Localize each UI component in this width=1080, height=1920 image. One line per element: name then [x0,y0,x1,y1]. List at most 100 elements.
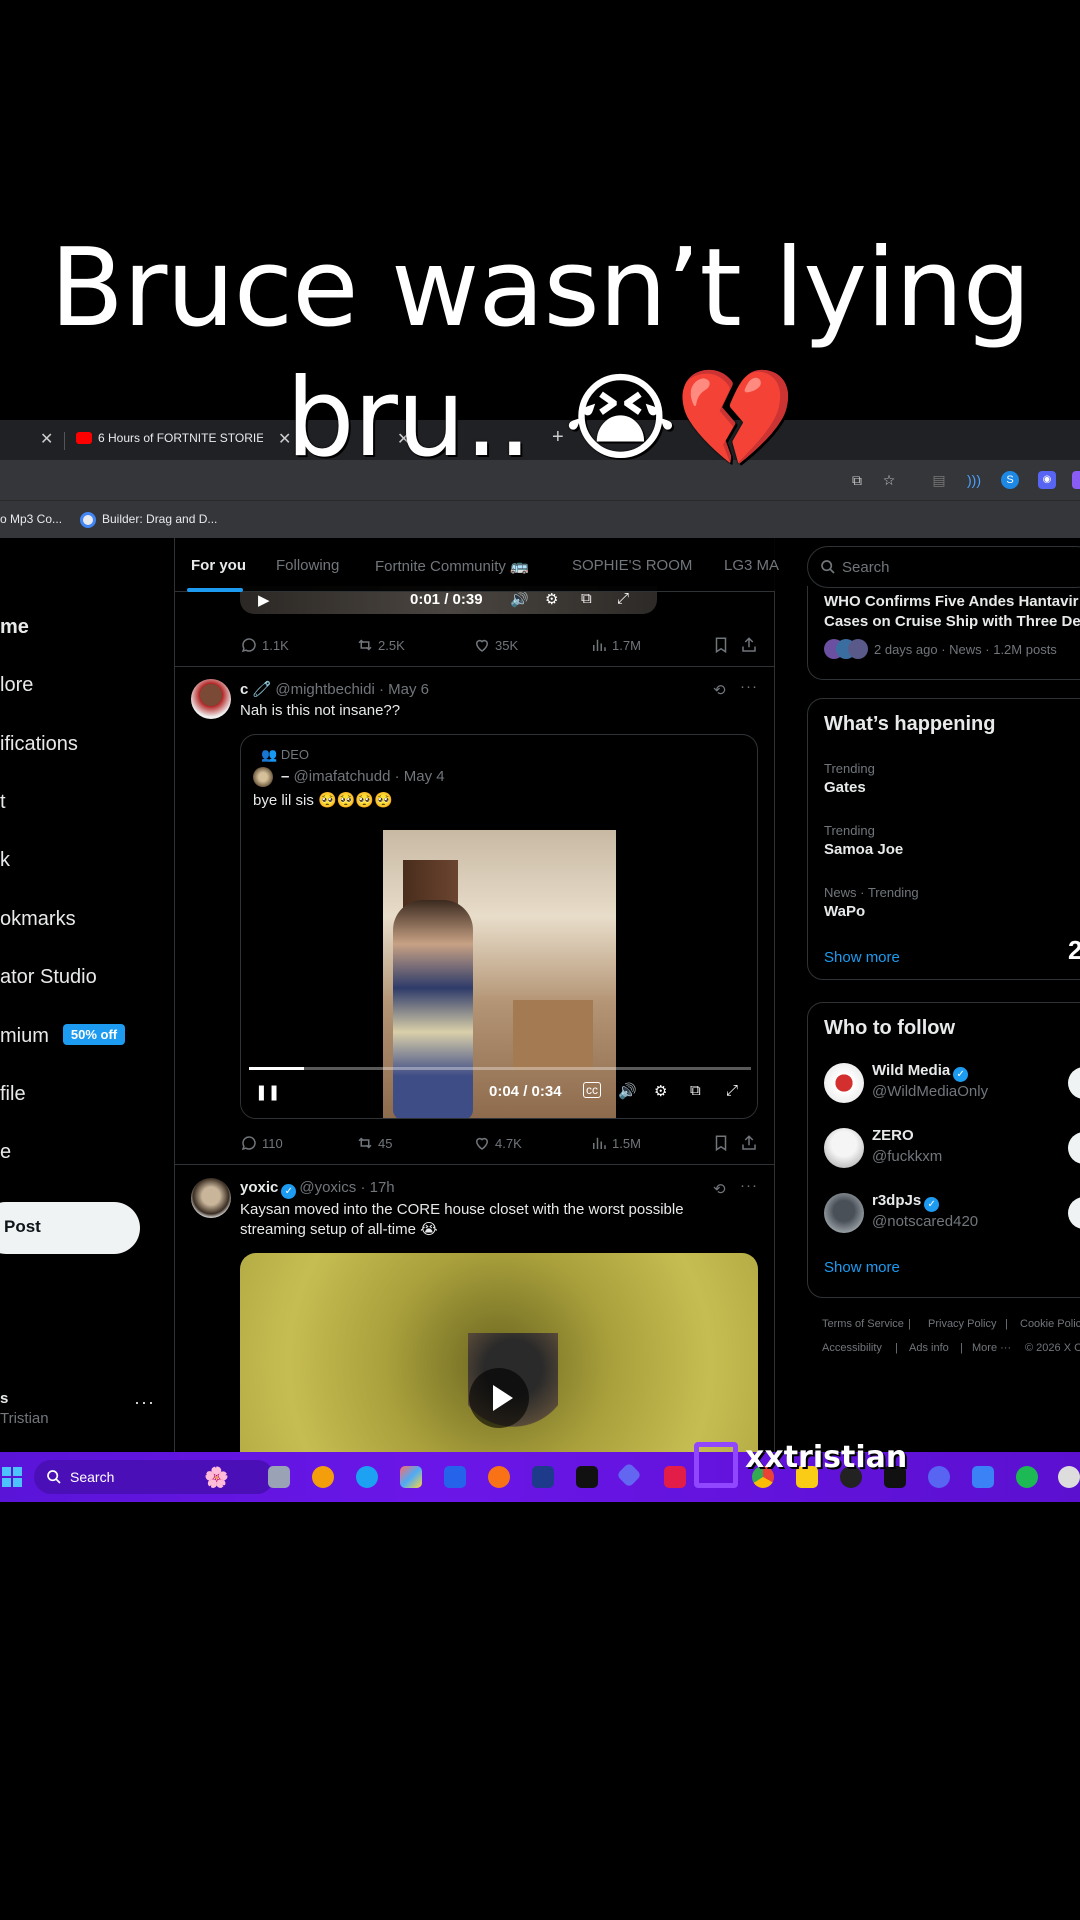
pip-icon[interactable]: ⧉ [690,1082,701,1099]
nav-grok[interactable]: k [0,849,10,872]
follow-name[interactable]: Wild Media ✓ [872,1062,971,1082]
account-handle[interactable]: Tristian [0,1410,49,1427]
spotify-icon[interactable] [1016,1466,1038,1488]
more-options-icon[interactable]: ··· [740,678,758,695]
tab-for-you[interactable]: For you [191,557,246,574]
footer-link[interactable]: Ads info [909,1342,949,1354]
settings-icon[interactable]: ⚙ [545,590,558,608]
windows-start-icon[interactable] [2,1467,22,1487]
task-view-icon[interactable] [268,1466,290,1488]
repost-button[interactable]: 2.5K [356,636,405,654]
app-icon[interactable] [488,1466,510,1488]
grok-icon[interactable]: ⟲ [713,681,726,699]
views-button[interactable]: 1.7M [590,636,641,654]
community-icon: 👥 [261,747,278,762]
fl-app-icon[interactable] [532,1466,554,1488]
account-name[interactable]: s [0,1390,8,1407]
fullscreen-icon[interactable]: ⤢ [726,1082,738,1099]
follow-name[interactable]: r3dpJs ✓ [872,1192,942,1212]
captions-icon[interactable]: cc [583,1082,601,1098]
pip-icon[interactable]: ⧉ [581,590,592,607]
news-card[interactable]: WHO Confirms Five Andes Hantavir Cases o… [807,586,1080,680]
video-player[interactable]: ❚❚ 0:04 / 0:34 cc 🔊 ⚙ ⧉ ⤢ [241,830,757,1118]
share-icon[interactable] [740,636,762,654]
more-options-icon[interactable]: ··· [740,1177,758,1194]
tab-fortnite-community[interactable]: Fortnite Community 🚌 [375,557,529,575]
bookmark-icon[interactable] [712,636,734,654]
volume-icon[interactable]: 🔊 [618,1082,637,1100]
repost-button[interactable]: 45 [356,1134,392,1152]
nav-bookmarks[interactable]: okmarks [0,908,76,931]
play-icon[interactable]: ▶ [258,591,270,609]
footer-link[interactable]: Privacy Policy [928,1318,996,1330]
grok-icon[interactable]: ⟲ [713,1180,726,1198]
trend-name[interactable]: WaPo [824,903,865,920]
fullscreen-icon[interactable]: ⤢ [617,590,629,607]
trend-context: Trending [824,823,875,838]
views-button[interactable]: 1.5M [590,1134,641,1152]
footer-link[interactable]: More ··· [972,1342,1011,1354]
play-button[interactable] [469,1368,529,1428]
tweet-author[interactable]: yoxic ✓ @yoxics · 17h [240,1179,395,1199]
avatar[interactable] [191,679,231,719]
bookmark-item[interactable]: o Mp3 Co... [0,512,62,526]
avatar[interactable] [824,1193,864,1233]
follow-button[interactable] [1068,1197,1080,1229]
fl-studio-icon[interactable] [312,1466,334,1488]
follow-button[interactable] [1068,1067,1080,1099]
store-icon[interactable] [444,1466,466,1488]
show-more-link[interactable]: Show more [824,1259,900,1276]
tweet-author[interactable]: c 🧷 @mightbechidi · May 6 [240,680,429,698]
post-button[interactable]: Post [0,1202,140,1254]
nav-profile[interactable]: file [0,1083,26,1106]
avatar[interactable] [191,1178,231,1218]
bookmark-icon[interactable] [712,1134,734,1152]
notepad-icon[interactable] [972,1466,994,1488]
avatar[interactable] [824,1128,864,1168]
app-icon[interactable] [616,1462,642,1488]
quote-tweet[interactable]: 👥 DEO – @imafatchudd · May 4 bye lil sis… [240,734,758,1119]
video-progress-bar[interactable] [249,1067,751,1070]
follow-name[interactable]: ZERO [872,1127,914,1144]
account-more-icon[interactable]: ··· [134,1392,155,1413]
search-placeholder: Search [842,559,890,576]
video-player[interactable] [240,1253,758,1452]
reply-button[interactable]: 1.1K [240,636,289,654]
bookmark-item[interactable]: Builder: Drag and D... [102,512,217,526]
view-count: 1.5M [612,1136,641,1151]
copilot-icon[interactable] [400,1466,422,1488]
show-more-link[interactable]: Show more [824,949,900,966]
trend-name[interactable]: Samoa Joe [824,841,903,858]
tab-sophies-room[interactable]: SOPHIE'S ROOM [572,557,692,574]
tab-following[interactable]: Following [276,557,339,574]
follow-button[interactable] [1068,1132,1080,1164]
nav-creator-studio[interactable]: ator Studio [0,966,97,989]
search-input[interactable]: Search [807,546,1080,588]
like-button[interactable]: 4.7K [473,1134,522,1152]
avatar[interactable] [824,1063,864,1103]
footer-link[interactable]: Terms of Service [822,1318,904,1330]
capcut-icon[interactable] [576,1466,598,1488]
discord-icon[interactable] [928,1466,950,1488]
tweet-actions: 1.1K 2.5K 35K 1.7M [175,636,775,656]
nav-home[interactable]: me [0,616,29,639]
nav-more[interactable]: e [0,1141,11,1164]
nav-notifications[interactable]: ifications [0,733,78,756]
footer-link[interactable]: Accessibility [822,1342,882,1354]
tab-lg3[interactable]: LG3 MA [724,557,779,574]
nav-premium[interactable]: mium 50% off [0,1024,126,1048]
reply-button[interactable]: 110 [240,1134,283,1152]
app-icon[interactable] [1058,1466,1080,1488]
edge-icon[interactable] [356,1466,378,1488]
settings-icon[interactable]: ⚙ [654,1082,667,1100]
app-icon[interactable] [664,1466,686,1488]
like-button[interactable]: 35K [473,636,518,654]
trend-name[interactable]: Gates [824,779,866,796]
taskbar-search[interactable]: Search 🌸 [34,1460,274,1494]
nav-chat[interactable]: t [0,791,6,814]
nav-explore[interactable]: lore [0,674,33,697]
volume-icon[interactable]: 🔊 [510,590,529,608]
share-icon[interactable] [740,1134,762,1152]
pause-icon[interactable]: ❚❚ [255,1083,280,1101]
footer-link[interactable]: Cookie Polic [1020,1318,1080,1330]
